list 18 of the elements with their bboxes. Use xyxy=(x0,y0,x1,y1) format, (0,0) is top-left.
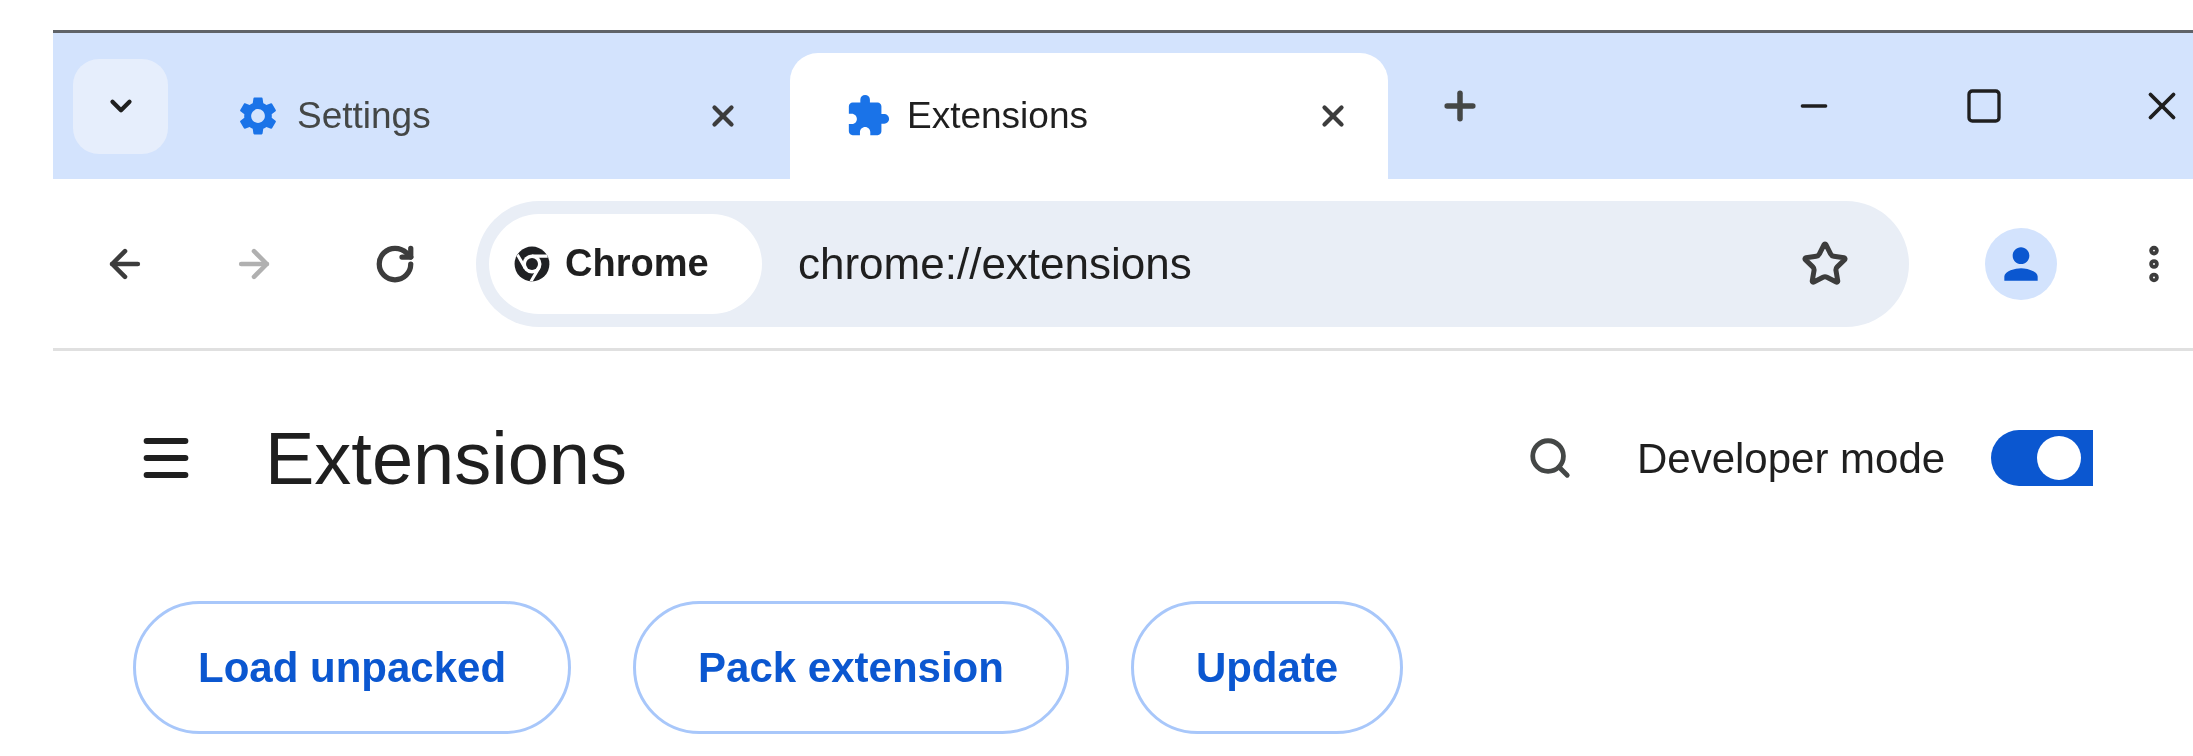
browser-tab[interactable]: Settings xyxy=(180,53,778,179)
developer-mode-toggle[interactable] xyxy=(1991,430,2094,486)
url-text: chrome://extensions xyxy=(798,237,1192,290)
tab-title: Extensions xyxy=(907,94,1088,139)
action-button[interactable]: Update xyxy=(1130,601,1404,734)
page-title: Extensions xyxy=(265,415,627,502)
search-icon[interactable] xyxy=(1527,435,1573,481)
address-bar[interactable]: Chrome chrome://extensions xyxy=(476,200,1909,327)
site-chip[interactable]: Chrome xyxy=(489,213,762,314)
bookmark-star-icon[interactable] xyxy=(1801,239,1849,288)
tab-title: Settings xyxy=(297,94,431,139)
action-button[interactable]: Pack extension xyxy=(633,601,1069,734)
action-button[interactable]: Load unpacked xyxy=(133,601,572,734)
developer-mode-label: Developer mode xyxy=(1637,433,1946,484)
site-chip-label: Chrome xyxy=(565,241,709,286)
browser-tab[interactable]: Extensions xyxy=(790,53,1388,179)
chrome-logo-icon xyxy=(513,244,551,283)
maximize-icon[interactable] xyxy=(1964,86,2004,126)
